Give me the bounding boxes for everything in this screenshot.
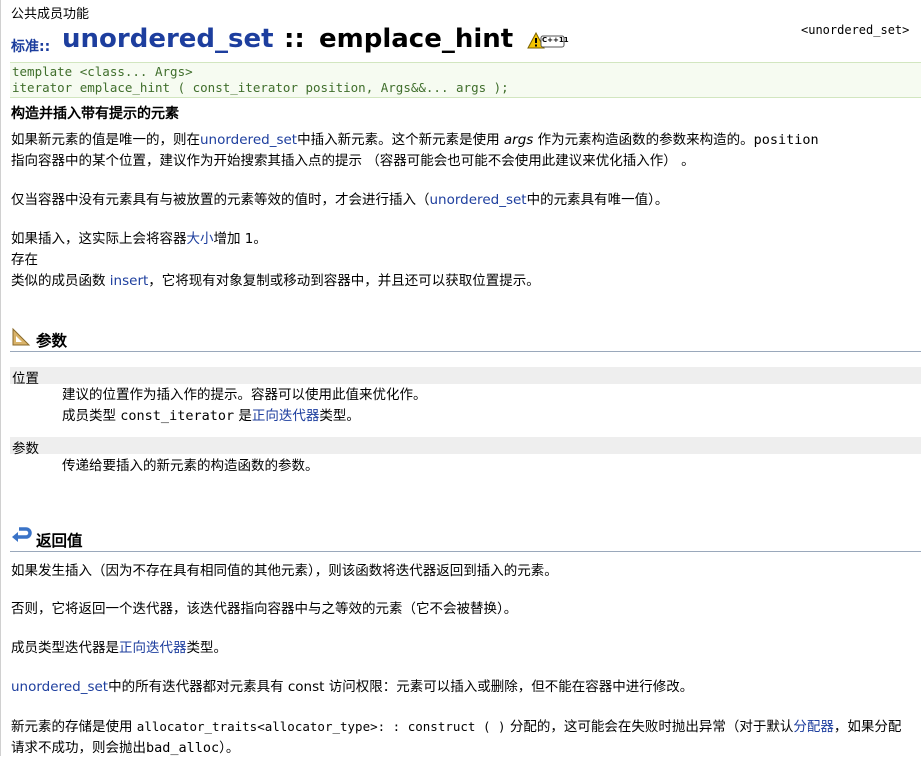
description-paragraph-1: 如果新元素的值是唯一的，则在unordered_set中插入新元素。这个新元素是… [11,130,911,172]
unordered-set-link[interactable]: unordered_set [11,679,108,695]
insert-link[interactable]: insert [110,273,149,289]
text: 如果插入，这实际上会将容器 [11,231,187,247]
args-term: args [503,132,534,148]
scope-separator: :: [284,24,305,54]
text: 作为元素构造函数的参数来构造的。 [533,132,754,148]
return-paragraph-1: 如果发生插入（因为不存在具有相同值的其他元素），则该函数将迭代器返回到插入的元素… [11,561,911,582]
text: 成员类型 [62,408,121,424]
text: 类似的成员函数 [11,273,110,289]
param-desc-position: 建议的位置作为插入作的提示。容器可以使用此值来优化作。 成员类型 const_i… [62,385,923,427]
text: 中插入新元素。这个新元素是使用 [297,132,504,148]
forward-iterator-link[interactable]: 正向迭代器 [119,640,187,656]
text: 传递给要插入的新元素的构造函数的参数。 [62,458,319,474]
text: ）。 [219,740,240,756]
allocator-link[interactable]: 分配器 [793,719,834,735]
return-arrow-icon [12,527,32,542]
param-name-args: 参数 [12,441,39,457]
const-iterator-code: const_iterator [120,408,235,424]
function-summary: 构造并插入带有提示的元素 [11,106,179,122]
construct-code: allocator_traits<allocator_type>: : cons… [136,719,506,734]
badge-label: C++11 [542,36,569,44]
position-code: position [753,132,819,148]
header-reference: <unordered_set> [801,23,910,37]
text: 中的所有迭代器都对元素具有 const 访问权限：元素可以插入或删除，但不能在容… [108,679,694,695]
description-paragraph-3: 如果插入，这实际上会将容器大小增加 1。 存在 类似的成员函数 insert，它… [11,229,911,292]
text: 中的元素具有唯一值）。 [526,192,669,208]
text: 是 [234,408,252,424]
text: 分配的，这可能会在失败时抛出异常（对于默认 [505,719,794,735]
text: 成员类型迭代器是 [11,640,119,656]
text: 仅当容器中没有元素具有与被放置的元素等效的值时，才会进行插入（ [11,192,430,208]
text: ，它将现有对象复制或移动到容器中，并且还可以获取位置提示。 [148,273,540,289]
parameters-title: 参数 [36,332,68,350]
text: 如果新元素的值是唯一的，则在 [11,132,200,148]
param-row-args: 参数 [10,437,921,457]
text: 类型。 [319,408,360,424]
bad-alloc-code: bad_alloc [146,740,220,756]
page-left-border [0,0,1,756]
description-paragraph-2: 仅当容器中没有元素具有与被放置的元素等效的值时，才会进行插入（unordered… [11,190,911,211]
class-name-title[interactable]: unordered_set [62,24,274,54]
cpp11-badge: C++11 [527,31,569,50]
text: 如果发生插入（因为不存在具有相同值的其他元素），则该函数将迭代器返回到插入的元素… [11,563,558,579]
return-paragraph-4: unordered_set中的所有迭代器都对元素具有 const 访问权限：元素… [11,677,911,698]
forward-iterator-link[interactable]: 正向迭代器 [252,408,320,424]
param-desc-args: 传递给要插入的新元素的构造函数的参数。 [62,456,923,477]
return-value-title: 返回值 [36,532,83,550]
std-namespace-label[interactable]: 标准:: [11,36,50,56]
prototype-line-1: template <class... Args> [12,64,193,79]
text: 指向容器中的某个位置，建议作为开始搜索其插入点的提示 （容器可能会也可能不会使用… [11,153,695,169]
text: 存在 [11,252,38,268]
ruler-triangle-icon [12,327,31,346]
unordered-set-link[interactable]: unordered_set [200,132,297,148]
unordered-set-link[interactable]: unordered_set [430,192,527,208]
size-link[interactable]: 大小 [187,231,214,247]
param-row-position: 位置 [10,367,921,387]
return-paragraph-5: 新元素的存储是使用 allocator_traits<allocator_typ… [11,716,911,759]
text: 建议的位置作为插入作的提示。容器可以使用此值来优化作。 [62,387,427,403]
page-title: emplace_hint [319,24,514,54]
return-section-header: 返回值 [10,527,921,552]
prototype-line-2: iterator emplace_hint ( const_iterator p… [12,80,509,95]
text: 增加 1。 [213,231,267,247]
parameters-section-header: 参数 [10,327,921,352]
return-paragraph-2: 否则，它将返回一个迭代器，该迭代器指向容器中与之等效的元素（它不会被替换）。 [11,599,911,620]
text: 类型。 [186,640,228,656]
prototype-box: template <class... Args> iterator emplac… [10,62,921,98]
text: 新元素的存储是使用 [11,719,137,735]
param-name-position: 位置 [12,371,39,387]
return-paragraph-3: 成员类型迭代器是正向迭代器类型。 [11,638,911,659]
text: 否则，它将返回一个迭代器，该迭代器指向容器中与之等效的元素（它不会被替换）。 [11,601,518,617]
breadcrumb: 公共成员功能 [11,7,90,22]
